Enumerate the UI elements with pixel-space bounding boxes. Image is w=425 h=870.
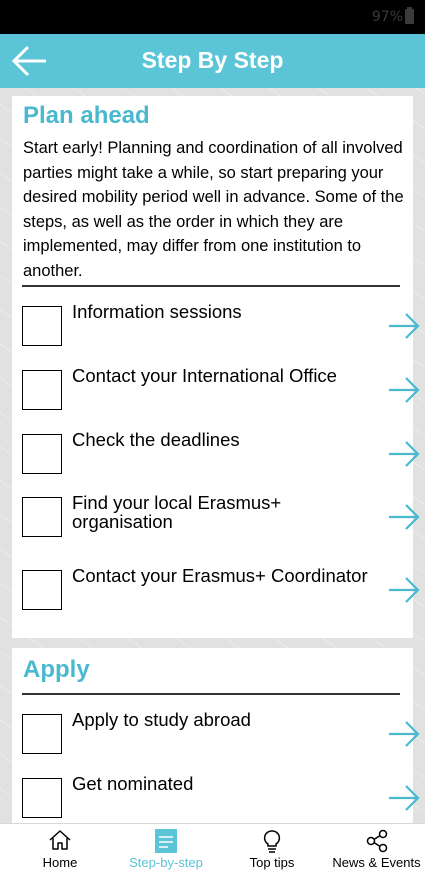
section-card-apply: Apply Apply to study abroad Get nominate… <box>12 648 420 823</box>
bottom-nav: Home Step-by-step Top tips News & Events <box>0 823 425 870</box>
step-label: Contact your Erasmus+ Coordinator <box>72 565 368 586</box>
step-item[interactable]: Get nominated <box>12 774 420 823</box>
step-label: Contact your International Office <box>72 365 337 386</box>
step-item[interactable]: Apply to study abroad <box>12 710 420 774</box>
nav-item-step-by-step[interactable]: Step-by-step <box>115 824 217 870</box>
section-intro-text: Start early! Planning and coordination o… <box>23 139 404 280</box>
step-checkbox[interactable] <box>22 570 62 610</box>
scroll-content[interactable]: Plan ahead Start early! Planning and coo… <box>0 88 425 823</box>
nav-item-news-events[interactable]: News & Events <box>328 824 425 870</box>
section-divider <box>22 285 400 287</box>
section-card-plan-ahead: Plan ahead Start early! Planning and coo… <box>12 96 420 638</box>
page-title: Step By Step <box>141 47 284 73</box>
section-heading: Apply <box>23 656 90 683</box>
step-label: Get nominated <box>72 773 194 794</box>
home-icon <box>49 830 71 850</box>
step-checkbox[interactable] <box>22 434 62 474</box>
step-item[interactable]: Find your local Erasmus+ organisation <box>12 493 420 557</box>
nav-item-top-tips[interactable]: Top tips <box>232 824 312 870</box>
arrow-right-icon <box>389 377 420 403</box>
step-label: Information sessions <box>72 301 242 322</box>
battery-icon <box>405 7 414 24</box>
arrow-right-icon <box>389 785 420 811</box>
arrow-right-icon <box>389 721 420 747</box>
section-heading: Plan ahead <box>23 102 150 129</box>
lightbulb-icon <box>263 830 281 853</box>
step-label: Check the deadlines <box>72 429 240 450</box>
step-item[interactable]: Check the deadlines <box>12 430 420 494</box>
status-bar: 97% <box>0 0 425 34</box>
arrow-right-icon <box>389 504 420 530</box>
step-item[interactable]: Information sessions <box>12 302 420 366</box>
step-checkbox[interactable] <box>22 497 62 537</box>
step-checkbox[interactable] <box>22 778 62 818</box>
battery-text: 97% <box>371 9 403 25</box>
app-bar: Step By Step <box>0 34 425 88</box>
step-checkbox[interactable] <box>22 370 62 410</box>
nav-label: Home <box>42 855 78 870</box>
step-checkbox[interactable] <box>22 306 62 346</box>
nav-label: News & Events <box>332 855 421 870</box>
step-checkbox[interactable] <box>22 714 62 754</box>
arrow-right-icon <box>389 441 420 467</box>
step-item[interactable]: Contact your International Office <box>12 366 420 430</box>
arrow-right-icon <box>389 577 420 603</box>
step-label: Find your local Erasmus+ organisation <box>72 492 282 532</box>
step-item[interactable]: Contact your Erasmus+ Coordinator <box>12 566 420 630</box>
nav-label: Top tips <box>249 855 295 870</box>
arrow-right-icon <box>389 313 420 339</box>
nav-item-home[interactable]: Home <box>20 824 100 870</box>
share-icon <box>366 829 387 853</box>
section-divider <box>22 693 400 695</box>
step-label: Apply to study abroad <box>72 709 251 730</box>
nav-label: Step-by-step <box>129 855 203 870</box>
list-icon <box>155 829 177 853</box>
